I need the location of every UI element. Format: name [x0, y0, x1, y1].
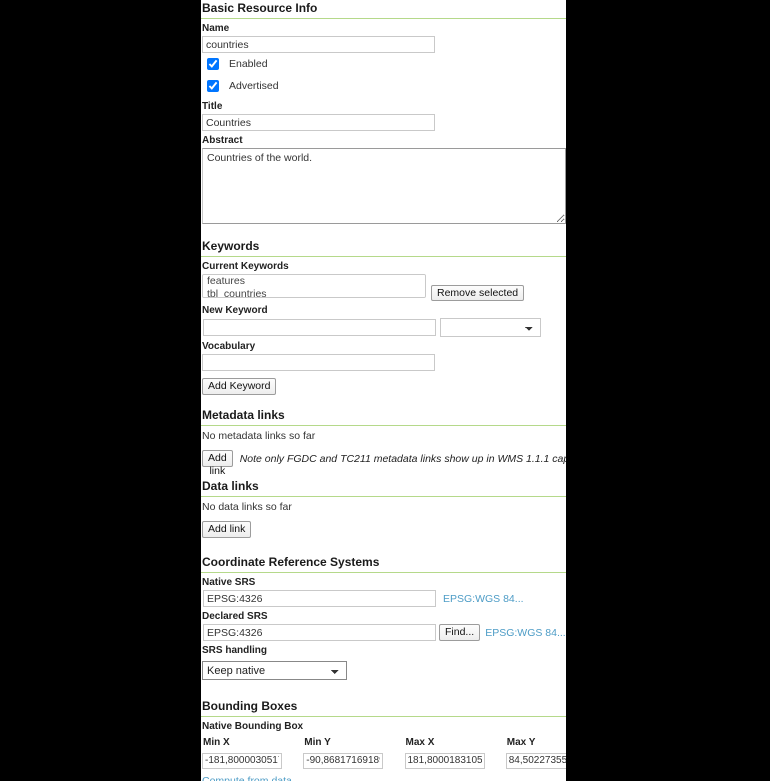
vocabulary-input[interactable]: [202, 354, 435, 371]
native-bbox-cell-minx: [202, 750, 303, 769]
metadata-links-spacer: [201, 471, 566, 478]
new-keyword-label: New Keyword: [202, 305, 268, 316]
add-keyword-row: Add Keyword: [202, 376, 566, 395]
current-keywords-label: Current Keywords: [202, 261, 289, 272]
keyword-option[interactable]: features: [205, 275, 423, 288]
section-bounding-boxes: Bounding Boxes Native Bounding Box Min X…: [201, 698, 566, 781]
native-bbox-maxx-input[interactable]: [404, 752, 485, 769]
find-srs-button[interactable]: Find...: [439, 624, 481, 641]
native-bbox-header-minx: Min X: [203, 737, 230, 748]
title-input[interactable]: [202, 114, 435, 131]
crs-spacer: [201, 680, 566, 698]
name-label: Name: [202, 23, 230, 34]
vocabulary-label: Vocabulary: [202, 341, 256, 352]
enabled-checkbox-row[interactable]: Enabled: [201, 53, 566, 75]
srs-handling-label: SRS handling: [202, 645, 267, 656]
native-srs-detail-link[interactable]: EPSG:WGS 84...: [443, 593, 524, 605]
native-bbox-header-maxx: Max X: [405, 737, 435, 748]
declared-srs-row: Find... EPSG:WGS 84...: [202, 624, 566, 641]
resource-config-form: Basic Resource Info Name Enabled Adverti…: [201, 0, 566, 781]
title-label: Title: [202, 101, 223, 112]
native-bbox-header-maxy: Max Y: [506, 737, 536, 748]
section-heading-data-links: Data links: [201, 478, 566, 497]
advertised-checkbox[interactable]: [207, 80, 219, 92]
abstract-spacer: [201, 224, 566, 238]
current-keywords-list[interactable]: features tbl_countries: [202, 274, 426, 298]
native-srs-label: Native SRS: [202, 577, 256, 588]
native-bbox-cell-maxx: [404, 750, 506, 769]
data-links-empty-text: No data links so far: [202, 501, 292, 513]
section-basic-resource-info: Basic Resource Info Name Enabled Adverti…: [201, 0, 566, 238]
advertised-checkbox-row[interactable]: Advertised: [201, 75, 566, 97]
section-heading-crs: Coordinate Reference Systems: [201, 554, 566, 573]
metadata-links-empty-text: No metadata links so far: [202, 430, 316, 442]
data-links-spacer: [201, 542, 566, 554]
section-data-links: Data links No data links so far Add link: [201, 478, 566, 554]
section-heading-bounding-boxes: Bounding Boxes: [201, 698, 566, 717]
new-keyword-input[interactable]: [203, 319, 436, 336]
compute-from-data-row: Compute from data: [201, 769, 566, 781]
compute-from-data-link[interactable]: Compute from data: [202, 775, 292, 781]
enabled-label: Enabled: [229, 58, 268, 70]
section-metadata-links: Metadata links No metadata links so far …: [201, 407, 566, 478]
native-bounding-box-table: Min X Min Y Max X Max Y: [202, 734, 566, 769]
native-bounding-box-label: Native Bounding Box: [202, 721, 304, 732]
page-root: Basic Resource Info Name Enabled Adverti…: [0, 0, 770, 781]
abstract-label: Abstract: [202, 135, 243, 146]
native-bbox-maxy-input[interactable]: [505, 752, 566, 769]
metadata-add-link-row: Add link Note only FGDC and TC211 metada…: [202, 447, 566, 477]
advertised-label: Advertised: [229, 80, 279, 92]
data-add-link-row: Add link: [202, 518, 566, 542]
native-bbox-miny-input[interactable]: [303, 752, 384, 769]
declared-srs-detail-link[interactable]: EPSG:WGS 84...: [485, 627, 566, 639]
native-bbox-minx-input[interactable]: [202, 752, 282, 769]
keywords-spacer: [201, 395, 566, 407]
native-bbox-cell-miny: [303, 750, 404, 769]
declared-srs-label: Declared SRS: [202, 611, 268, 622]
native-srs-row: EPSG:WGS 84...: [202, 590, 566, 607]
keyword-option[interactable]: tbl_countries: [205, 288, 423, 298]
enabled-checkbox[interactable]: [207, 58, 219, 70]
current-keywords-row: features tbl_countries Remove selected: [202, 274, 566, 301]
native-bbox-cell-maxy: [505, 750, 566, 769]
section-keywords: Keywords Current Keywords features tbl_c…: [201, 238, 566, 407]
section-heading-basic-resource-info: Basic Resource Info: [201, 0, 566, 19]
new-keyword-row: [202, 318, 566, 337]
native-srs-input[interactable]: [203, 590, 436, 607]
new-keyword-language-select[interactable]: [440, 318, 541, 337]
metadata-links-note: Note only FGDC and TC211 metadata links …: [239, 452, 566, 465]
data-add-link-button[interactable]: Add link: [202, 521, 252, 538]
section-coordinate-reference-systems: Coordinate Reference Systems Native SRS …: [201, 554, 566, 698]
name-input[interactable]: [202, 36, 435, 53]
native-bbox-header-row: Min X Min Y Max X Max Y: [202, 734, 566, 750]
remove-selected-keyword-button[interactable]: Remove selected: [431, 285, 525, 301]
section-heading-metadata-links: Metadata links: [201, 407, 566, 426]
section-heading-keywords: Keywords: [201, 238, 566, 257]
native-bbox-header-miny: Min Y: [304, 737, 331, 748]
abstract-textarea[interactable]: Countries of the world.: [202, 148, 566, 224]
metadata-add-link-button[interactable]: Add link: [202, 450, 233, 477]
add-keyword-button[interactable]: Add Keyword: [202, 378, 277, 395]
native-bbox-value-row: [202, 750, 566, 769]
declared-srs-input[interactable]: [203, 624, 436, 641]
srs-handling-select[interactable]: Keep native: [202, 661, 347, 680]
